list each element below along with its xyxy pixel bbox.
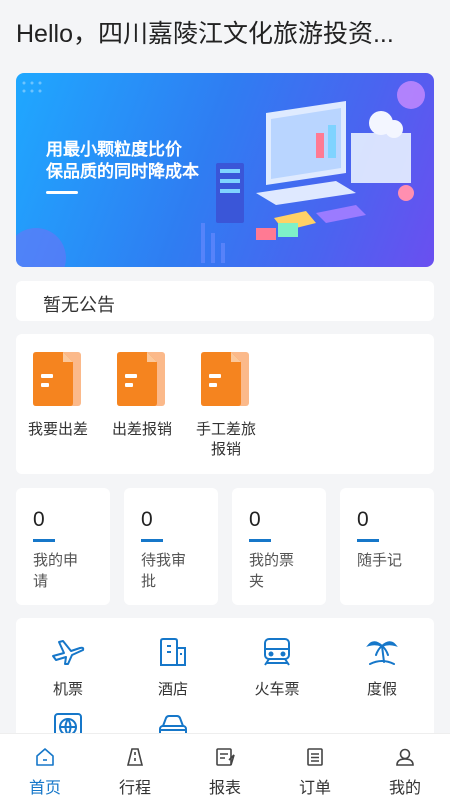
stat-my-tickets[interactable]: 0 我的票夹	[232, 488, 326, 605]
tab-label: 首页	[28, 780, 61, 797]
page-title: Hello，四川嘉陵江文化旅游投资...	[16, 20, 394, 48]
service-label: 机票	[52, 681, 83, 698]
home-icon	[36, 748, 54, 766]
tab-label: 报表	[208, 780, 241, 797]
banner-line-2: 保品质的同时降成本	[46, 162, 199, 181]
road-icon	[126, 748, 144, 766]
app-label: 我要出差	[27, 421, 88, 438]
banner-underline	[46, 191, 78, 194]
app-label: 出差报销	[111, 421, 172, 438]
service-label: 火车票	[254, 681, 300, 698]
tab-label: 我的	[388, 780, 421, 797]
stat-underline	[141, 539, 163, 542]
service-hotel[interactable]: 酒店	[128, 636, 218, 699]
service-vacation[interactable]: 度假	[337, 636, 427, 699]
stat-label: 我的票夹	[249, 552, 295, 590]
banner-headline: 用最小颗粒度比价 保品质的同时降成本	[46, 139, 199, 183]
stat-value: 0	[141, 508, 153, 531]
stat-underline	[33, 539, 55, 542]
report-icon	[216, 748, 235, 766]
tab-orders[interactable]: 订单	[270, 746, 360, 798]
tab-itinerary[interactable]: 行程	[90, 746, 180, 798]
stat-underline	[249, 539, 271, 542]
stat-notes[interactable]: 0 随手记	[340, 488, 434, 605]
stat-pending-approval[interactable]: 0 待我审批	[124, 488, 218, 605]
header: Hello，四川嘉陵江文化旅游投资...	[0, 0, 450, 62]
stat-value: 0	[33, 508, 45, 531]
tab-profile[interactable]: 我的	[360, 746, 450, 798]
train-icon	[264, 638, 290, 666]
app-label: 手工差旅报销	[195, 421, 256, 458]
stat-label: 我的申请	[33, 552, 79, 590]
service-train[interactable]: 火车票	[232, 636, 322, 699]
stat-label: 随手记	[357, 552, 403, 569]
user-icon	[396, 748, 414, 766]
announcement-bar[interactable]: 暂无公告	[16, 281, 434, 321]
tab-label: 行程	[118, 780, 151, 797]
document-icon	[33, 352, 83, 406]
palm-tree-icon	[366, 641, 398, 665]
document-icon	[201, 352, 251, 406]
promo-banner[interactable]: 用最小颗粒度比价 保品质的同时降成本	[16, 73, 434, 267]
document-icon	[117, 352, 167, 406]
announcement-text: 暂无公告	[43, 295, 115, 315]
app-trip-reimburse[interactable]: 出差报销	[100, 352, 184, 440]
app-manual-reimburse[interactable]: 手工差旅报销	[184, 352, 268, 460]
service-flight[interactable]: 机票	[23, 636, 113, 699]
service-label: 度假	[366, 681, 397, 698]
stat-my-applications[interactable]: 0 我的申请	[16, 488, 110, 605]
order-icon	[307, 748, 323, 766]
service-label: 酒店	[157, 681, 188, 698]
quick-apps-card: 我要出差 出差报销 手工差旅报销	[16, 334, 434, 474]
stats-row: 0 我的申请 0 待我审批 0 我的票夹 0 随手记	[16, 488, 434, 605]
tab-reports[interactable]: 报表	[180, 746, 270, 798]
stat-underline	[357, 539, 379, 542]
banner-line-1: 用最小颗粒度比价	[46, 140, 182, 159]
hotel-icon	[160, 638, 186, 666]
airplane-icon	[52, 640, 85, 665]
stat-value: 0	[249, 508, 261, 531]
stat-label: 待我审批	[141, 552, 187, 590]
app-apply-trip[interactable]: 我要出差	[16, 352, 100, 440]
stat-value: 0	[357, 508, 369, 531]
tab-home[interactable]: 首页	[0, 746, 90, 798]
bottom-tab-bar: 首页 行程 报表 订单 我的	[0, 733, 450, 800]
tab-label: 订单	[298, 780, 331, 797]
